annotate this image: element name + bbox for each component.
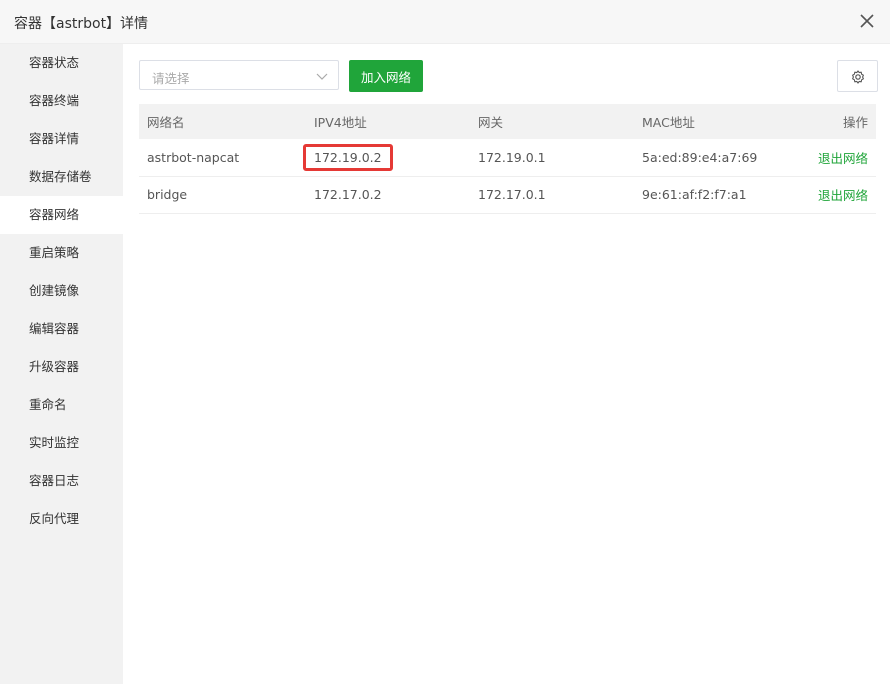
sidebar-item-reverse-proxy[interactable]: 反向代理 [0,500,123,538]
sidebar-item-edit[interactable]: 编辑容器 [0,310,123,348]
cell-mac: 9e:61:af:f2:f7:a1 [634,176,792,214]
sidebar-item-rename[interactable]: 重命名 [0,386,123,424]
col-mac: MAC地址 [642,115,695,130]
sidebar-item-terminal[interactable]: 容器终端 [0,82,123,120]
container-detail-dialog: 容器【astrbot】详情 容器状态 容器终端 容器详情 数据存储卷 容器网络 … [0,0,890,684]
table-row: astrbot-napcat 172.19.0.2 172.19.0.1 5a:… [139,139,876,177]
sidebar-item-create-image[interactable]: 创建镜像 [0,272,123,310]
highlighted-ipv4: 172.19.0.2 [303,143,393,171]
sidebar-item-monitor[interactable]: 实时监控 [0,424,123,462]
leave-network-link[interactable]: 退出网络 [818,188,868,203]
col-network-name: 网络名 [147,115,185,130]
col-ipv4: IPV4地址 [314,115,367,130]
dialog-header: 容器【astrbot】详情 [0,0,890,44]
cell-network-name: astrbot-napcat [139,139,306,177]
cell-ipv4: 172.19.0.2 [303,139,470,177]
col-gateway: 网关 [478,115,504,130]
cell-ipv4: 172.17.0.2 [306,176,470,214]
sidebar-item-upgrade[interactable]: 升级容器 [0,348,123,386]
sidebar-item-status[interactable]: 容器状态 [0,44,123,82]
cell-action: 退出网络 [791,176,876,214]
dialog-title: 容器【astrbot】详情 [14,16,149,32]
cell-action: 退出网络 [791,139,876,177]
select-placeholder: 请选择 [152,71,190,86]
gear-icon [852,70,864,84]
settings-button[interactable] [837,60,878,92]
sidebar-item-details[interactable]: 容器详情 [0,120,123,158]
cell-gateway: 172.19.0.1 [470,139,634,177]
sidebar-item-logs[interactable]: 容器日志 [0,462,123,500]
network-panel: 请选择 加入网络 网络名 IPV4地址 网关 MAC地址 操作 astrbot-… [123,44,890,684]
table-row: bridge 172.17.0.2 172.17.0.1 9e:61:af:f2… [139,176,876,214]
join-network-button[interactable]: 加入网络 [349,60,423,92]
network-select[interactable]: 请选择 [139,60,339,90]
cell-network-name: bridge [139,176,306,214]
sidebar-item-network[interactable]: 容器网络 [0,196,123,234]
leave-network-link[interactable]: 退出网络 [818,151,868,166]
cell-mac: 5a:ed:89:e4:a7:69 [634,139,792,177]
col-action: 操作 [842,115,868,130]
cell-gateway: 172.17.0.1 [470,176,634,214]
table-header-row: 网络名 IPV4地址 网关 MAC地址 操作 [139,104,876,139]
sidebar: 容器状态 容器终端 容器详情 数据存储卷 容器网络 重启策略 创建镜像 编辑容器… [0,44,123,684]
sidebar-item-volumes[interactable]: 数据存储卷 [0,158,123,196]
network-table: 网络名 IPV4地址 网关 MAC地址 操作 astrbot-napcat 17… [139,104,876,214]
chevron-down-icon [316,73,328,80]
close-icon[interactable] [858,12,876,30]
sidebar-item-restart-policy[interactable]: 重启策略 [0,234,123,272]
